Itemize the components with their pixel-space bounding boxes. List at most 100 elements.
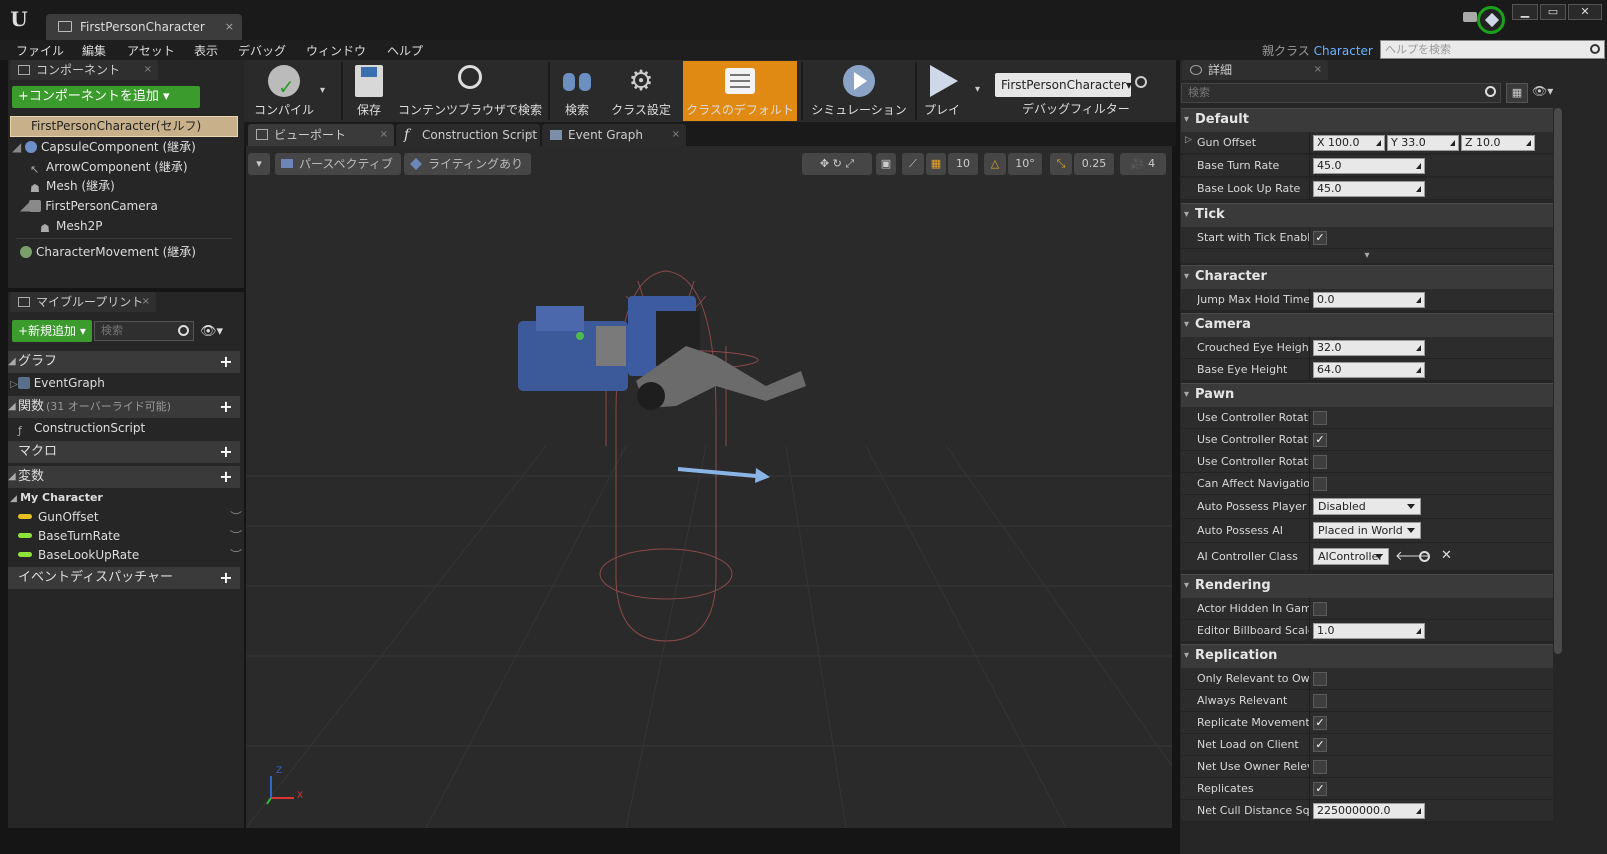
blueprint-search-input[interactable]: 検索 xyxy=(94,321,194,341)
variable-item[interactable]: BaseTurnRate ︶ xyxy=(18,526,242,546)
category-default[interactable]: Default xyxy=(1181,108,1553,132)
view-options-eye-icon[interactable]: 👁▾ xyxy=(200,324,223,339)
use-controller-rotation-roll-checkbox[interactable] xyxy=(1313,455,1327,469)
replicates-checkbox[interactable]: ✓ xyxy=(1313,782,1327,796)
menu-asset[interactable]: アセット xyxy=(127,42,175,59)
details-scrollbar[interactable] xyxy=(1554,108,1562,654)
replicate-movement-checkbox[interactable]: ✓ xyxy=(1313,716,1327,730)
perspective-dropdown[interactable]: パースペクティブ xyxy=(275,153,401,175)
category-rendering[interactable]: Rendering xyxy=(1181,574,1553,598)
tree-item-mesh2p[interactable]: ☗ Mesh2P xyxy=(40,216,102,236)
category-replication[interactable]: Replication xyxy=(1181,644,1553,668)
maximize-button[interactable]: ▭ xyxy=(1540,4,1566,20)
category-camera[interactable]: Camera xyxy=(1181,313,1553,337)
rotation-snap-icon[interactable]: △ xyxy=(984,153,1006,175)
event-dispatchers-section[interactable]: イベントディスパッチャー + xyxy=(8,567,240,589)
component-self-item[interactable]: FirstPersonCharacter(セルフ) xyxy=(10,116,238,137)
add-variable-icon[interactable]: + xyxy=(218,469,234,485)
construction-script-item[interactable]: ƒ ConstructionScript xyxy=(18,418,145,438)
tab-construction-script[interactable]: f Construction Script × xyxy=(396,124,540,146)
close-tab-icon[interactable]: × xyxy=(526,124,534,146)
tree-item-capsule[interactable]: ◢ CapsuleComponent (継承) xyxy=(12,137,196,157)
unreal-logo-icon[interactable]: U xyxy=(4,4,34,34)
actor-hidden-checkbox[interactable] xyxy=(1313,602,1327,616)
jump-max-hold-field[interactable]: 0.0 xyxy=(1313,292,1425,308)
compile-options-chevron-icon[interactable]: ▾ xyxy=(320,85,325,96)
add-new-button[interactable]: +新規追加 ▾ xyxy=(12,320,92,342)
add-macro-icon[interactable]: + xyxy=(218,444,234,460)
gun-offset-z-field[interactable]: Z 10.0 xyxy=(1461,135,1535,151)
tree-item-arrow[interactable]: ↖ ArrowComponent (継承) xyxy=(30,157,188,177)
menu-window[interactable]: ウィンドウ xyxy=(306,42,366,59)
tab-event-graph[interactable]: Event Graph × xyxy=(542,124,686,146)
net-load-on-client-checkbox[interactable]: ✓ xyxy=(1313,738,1327,752)
transform-tools[interactable]: ✥ ↻ ⤢ xyxy=(802,153,872,175)
rotate-icon[interactable]: ↻ xyxy=(833,157,842,170)
property-matrix-icon[interactable]: ▦ xyxy=(1506,83,1528,103)
chat-icon[interactable] xyxy=(1463,12,1477,22)
clear-x-icon[interactable]: ✕ xyxy=(1441,548,1452,563)
base-turn-rate-field[interactable]: 45.0 xyxy=(1313,158,1425,174)
gun-offset-x-field[interactable]: X 100.0 xyxy=(1313,135,1385,151)
viewport[interactable]: X Z ▾ パースペクティブ ライティングあり ✥ ↻ ⤢ ▣ ⟋ ▦ 10 △… xyxy=(246,146,1172,828)
add-graph-icon[interactable]: + xyxy=(218,354,234,370)
close-button[interactable]: ✕ xyxy=(1568,4,1602,20)
simulation-button[interactable]: シミュレーション xyxy=(807,61,911,121)
close-tab-icon[interactable]: × xyxy=(380,124,388,146)
graph-section[interactable]: ◢ グラフ + xyxy=(8,351,240,373)
tree-item-camera[interactable]: ◢ FirstPersonCamera xyxy=(20,196,158,216)
scale-snap-value[interactable]: 0.25 xyxy=(1074,153,1114,175)
crouched-eye-field[interactable]: 32.0 xyxy=(1313,340,1425,356)
variables-section[interactable]: ◢ 変数 + xyxy=(8,466,240,488)
eventgraph-item[interactable]: ▷ EventGraph xyxy=(10,373,105,393)
grid-snap-value[interactable]: 10 xyxy=(948,153,978,175)
use-controller-rotation-yaw-checkbox[interactable]: ✓ xyxy=(1313,433,1327,447)
add-function-icon[interactable]: + xyxy=(218,399,234,415)
save-button[interactable]: 保存 xyxy=(346,61,392,121)
net-use-owner-relevancy-checkbox[interactable] xyxy=(1313,760,1327,774)
tab-viewport[interactable]: ビューポート × xyxy=(248,124,394,146)
surface-snap-icon[interactable]: ⟋ xyxy=(902,153,924,175)
help-search-input[interactable]: ヘルプを検索 xyxy=(1380,40,1605,59)
auto-possess-ai-dropdown[interactable]: Placed in World xyxy=(1313,522,1421,539)
browse-search-icon[interactable] xyxy=(1419,551,1430,562)
menu-help[interactable]: ヘルプ xyxy=(387,42,423,59)
gun-offset-y-field[interactable]: Y 33.0 xyxy=(1387,135,1459,151)
close-tab-icon[interactable]: × xyxy=(142,292,150,312)
category-pawn[interactable]: Pawn xyxy=(1181,383,1553,407)
add-dispatcher-icon[interactable]: + xyxy=(218,570,234,586)
debug-object-dropdown[interactable]: FirstPersonCharacter▾ xyxy=(995,73,1132,97)
details-search-input[interactable]: 検索 xyxy=(1181,83,1501,103)
close-tab-icon[interactable]: × xyxy=(672,124,680,146)
translate-icon[interactable]: ✥ xyxy=(820,157,829,170)
net-cull-distance-field[interactable]: 225000000.0 xyxy=(1313,803,1425,819)
only-relevant-to-owner-checkbox[interactable] xyxy=(1313,672,1327,686)
functions-section[interactable]: ◢ 関数 (31 オーバーライド可能) + xyxy=(8,396,240,418)
play-options-chevron-icon[interactable]: ▾ xyxy=(975,84,980,95)
tree-item-mesh[interactable]: ☗ Mesh (継承) xyxy=(30,176,115,196)
view-options-eye-icon[interactable]: 👁▾ xyxy=(1532,84,1553,98)
add-component-button[interactable]: +コンポーネントを追加 ▾ xyxy=(12,86,200,108)
viewport-options-chevron-icon[interactable]: ▾ xyxy=(248,153,270,175)
class-defaults-button[interactable]: クラスのデフォルト xyxy=(683,61,797,121)
scale-snap-icon[interactable]: ⤡ xyxy=(1050,153,1072,175)
base-eye-field[interactable]: 64.0 xyxy=(1313,362,1425,378)
auto-possess-player-dropdown[interactable]: Disabled xyxy=(1313,498,1421,515)
menu-debug[interactable]: デバッグ xyxy=(238,42,286,59)
variable-item[interactable]: GunOffset ︶ xyxy=(18,507,242,527)
menu-file[interactable]: ファイル xyxy=(16,42,64,59)
macros-section[interactable]: マクロ + xyxy=(8,441,240,463)
show-advanced-chevron-icon[interactable]: ▾ xyxy=(1181,249,1553,263)
variable-item[interactable]: BaseLookUpRate ︶ xyxy=(18,545,242,565)
variable-group[interactable]: ◢ My Character xyxy=(10,488,103,508)
menu-edit[interactable]: 編集 xyxy=(82,42,106,59)
document-tab[interactable]: FirstPersonCharacter × xyxy=(46,14,242,40)
scale-icon[interactable]: ⤢ xyxy=(845,157,854,170)
compile-button[interactable]: ✓ コンパイル xyxy=(248,61,320,121)
expand-arrow-icon[interactable]: ▷ xyxy=(1185,135,1192,145)
my-blueprint-tab[interactable]: マイブループリント × xyxy=(10,292,156,312)
category-character[interactable]: Character xyxy=(1181,265,1553,289)
always-relevant-checkbox[interactable] xyxy=(1313,694,1327,708)
notification-icon[interactable] xyxy=(1477,6,1505,34)
close-tab-icon[interactable]: × xyxy=(225,14,234,40)
